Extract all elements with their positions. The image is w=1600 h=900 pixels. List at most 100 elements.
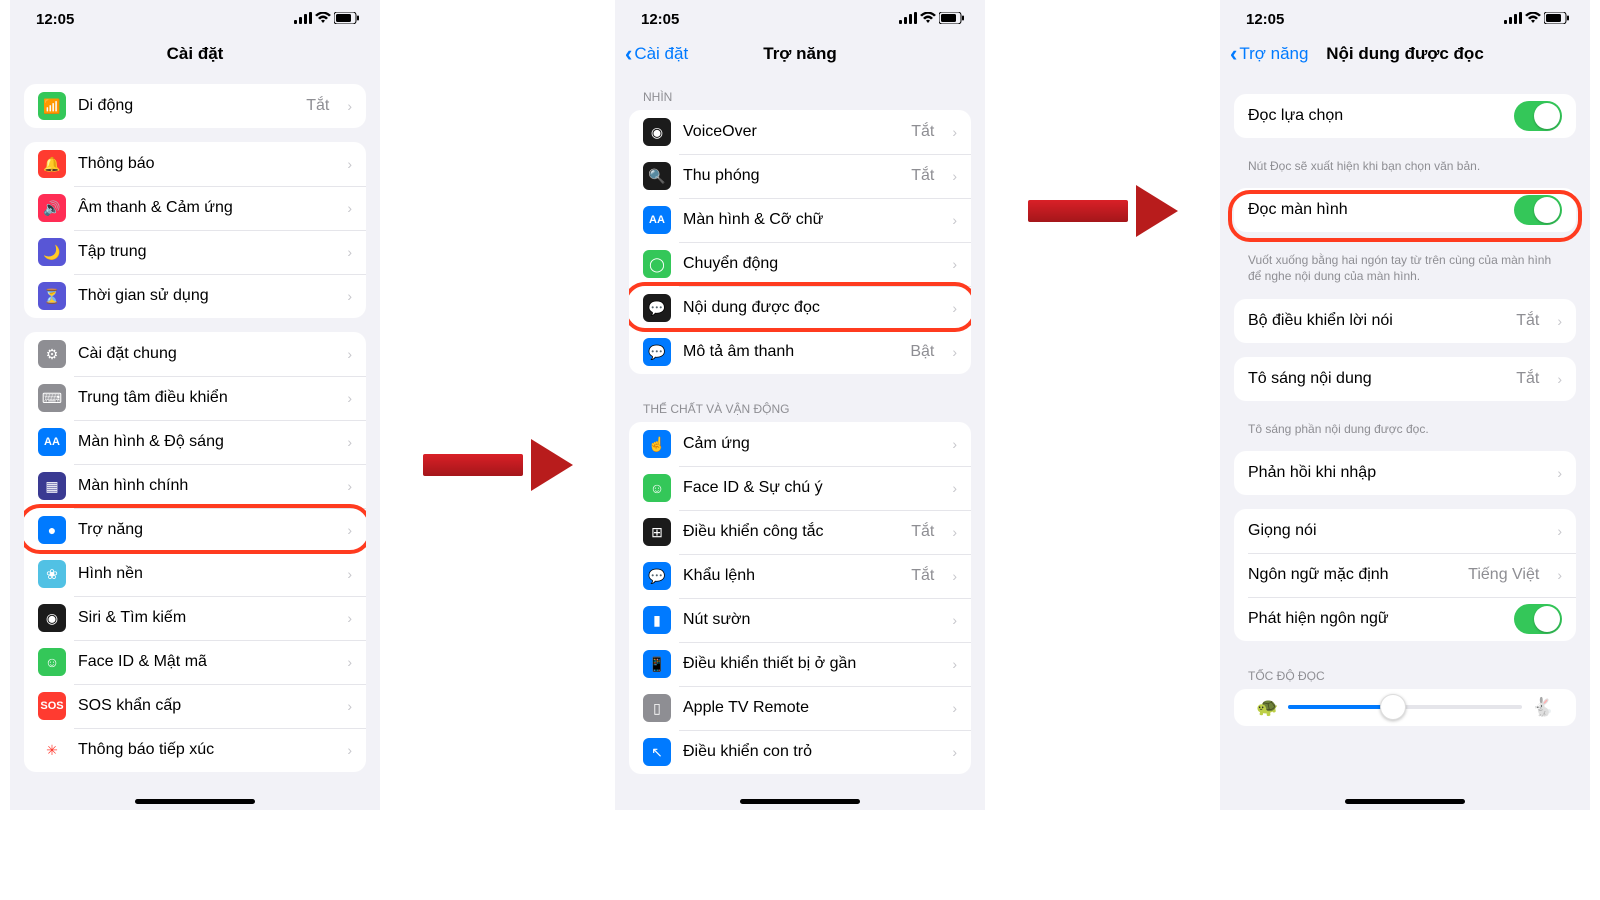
row-value: Tắt xyxy=(911,167,934,185)
chevron-right-icon: › xyxy=(952,744,957,760)
list-item[interactable]: ✳Thông báo tiếp xúc› xyxy=(24,728,366,772)
hourglass-icon: ⏳ xyxy=(38,282,66,310)
chevron-right-icon: › xyxy=(1557,371,1562,387)
list-item[interactable]: 📱Điều khiển thiết bị ở gần› xyxy=(629,642,971,686)
row-label: Phát hiện ngôn ngữ xyxy=(1248,610,1502,628)
list-item[interactable]: ▯Apple TV Remote› xyxy=(629,686,971,730)
row-value: Tắt xyxy=(911,123,934,141)
list-item[interactable]: 💬Nội dung được đọc› xyxy=(629,286,971,330)
back-button[interactable]: ‹ Trợ năng xyxy=(1230,41,1308,67)
row-speak-selection[interactable]: Đọc lựa chọn xyxy=(1234,94,1576,138)
row-voices[interactable]: Giọng nói › xyxy=(1234,509,1576,553)
row-label: Apple TV Remote xyxy=(683,699,934,717)
chevron-right-icon: › xyxy=(347,478,352,494)
switches-icon: ⌨ xyxy=(38,384,66,412)
toggle-detect-language[interactable] xyxy=(1514,604,1562,634)
flow-arrow-1 xyxy=(398,0,598,810)
row-value: Tiếng Việt xyxy=(1468,566,1539,584)
spoken-content-list[interactable]: Đọc lựa chọn Nút Đọc sẽ xuất hiện khi bạ… xyxy=(1220,76,1590,810)
list-item[interactable]: ☝Cảm ứng› xyxy=(629,422,971,466)
home-indicator[interactable] xyxy=(740,799,860,804)
list-item[interactable]: 🔍Thu phóngTắt› xyxy=(629,154,971,198)
settings-screen: 12:05 Cài đặt 📶Di độngTắt› 🔔Thông báo›🔊Â… xyxy=(10,0,380,810)
row-label: Chuyển động xyxy=(683,255,934,273)
list-item[interactable]: ⌨ Trung tâm điều khiển › xyxy=(24,376,366,420)
chevron-right-icon: › xyxy=(347,98,352,114)
list-item[interactable]: 🔊Âm thanh & Cảm ứng› xyxy=(24,186,366,230)
row-label: Tập trung xyxy=(78,243,329,261)
list-item[interactable]: ◉VoiceOverTắt› xyxy=(629,110,971,154)
touch-icon: ☝ xyxy=(643,430,671,458)
row-speaking-rate: 🐢 🐇 xyxy=(1234,689,1576,726)
sos-icon: SOS xyxy=(38,692,66,720)
row-label: Phản hồi khi nhập xyxy=(1248,464,1539,482)
back-label: Cài đặt xyxy=(634,44,688,64)
row-label: Đọc lựa chọn xyxy=(1248,107,1502,125)
chevron-right-icon: › xyxy=(952,612,957,628)
zoom-icon: 🔍 xyxy=(643,162,671,190)
list-item[interactable]: AAMàn hình & Cỡ chữ› xyxy=(629,198,971,242)
switch-control-icon: ⊞ xyxy=(643,518,671,546)
list-item[interactable]: ↖Điều khiển con trỏ› xyxy=(629,730,971,774)
grid-icon: ▦ xyxy=(38,472,66,500)
list-item[interactable]: 📶Di độngTắt› xyxy=(24,84,366,128)
accessibility-content[interactable]: NHÌN ◉VoiceOverTắt›🔍Thu phóngTắt›AAMàn h… xyxy=(615,76,985,810)
list-item[interactable]: 💬Khẩu lệnhTắt› xyxy=(629,554,971,598)
row-label: Màn hình & Độ sáng xyxy=(78,433,329,451)
chevron-right-icon: › xyxy=(347,244,352,260)
list-item[interactable]: ❀Hình nền› xyxy=(24,552,366,596)
list-item[interactable]: ⚙Cài đặt chung› xyxy=(24,332,366,376)
list-item[interactable]: 🔔Thông báo› xyxy=(24,142,366,186)
row-label: Thu phóng xyxy=(683,167,899,185)
row-speech-controller[interactable]: Bộ điều khiển lời nói Tắt › xyxy=(1234,299,1576,343)
row-label: Face ID & Mật mã xyxy=(78,653,329,671)
settings-content[interactable]: 📶Di độngTắt› 🔔Thông báo›🔊Âm thanh & Cảm … xyxy=(10,76,380,810)
home-indicator[interactable] xyxy=(1345,799,1465,804)
row-label: Thông báo xyxy=(78,155,329,173)
row-label: Thời gian sử dụng xyxy=(78,287,329,305)
toggle-speak-screen[interactable] xyxy=(1514,195,1562,225)
toggle-speak-selection[interactable] xyxy=(1514,101,1562,131)
row-label: Điều khiển con trỏ xyxy=(683,743,934,761)
list-item[interactable]: ☺Face ID & Mật mã› xyxy=(24,640,366,684)
row-highlight-content[interactable]: Tô sáng nội dung Tắt › xyxy=(1234,357,1576,401)
row-default-language[interactable]: Ngôn ngữ mặc định Tiếng Việt › xyxy=(1234,553,1576,597)
row-speak-screen[interactable]: Đọc màn hình xyxy=(1234,188,1576,232)
chevron-right-icon: › xyxy=(1557,465,1562,481)
list-item[interactable]: SOSSOS khẩn cấp› xyxy=(24,684,366,728)
back-button[interactable]: ‹ Cài đặt xyxy=(625,41,688,67)
chevron-right-icon: › xyxy=(1557,313,1562,329)
page-title: Nội dung được đọc xyxy=(1326,44,1484,64)
row-label: Âm thanh & Cảm ứng xyxy=(78,199,329,217)
signal-icon xyxy=(294,11,312,28)
list-item[interactable]: ▮Nút sườn› xyxy=(629,598,971,642)
footer-speak-selection: Nút Đọc sẽ xuất hiện khi bạn chọn văn bả… xyxy=(1220,152,1590,180)
list-item[interactable]: AAMàn hình & Độ sáng› xyxy=(24,420,366,464)
status-indicators xyxy=(1504,11,1570,28)
list-item[interactable]: ◉Siri & Tìm kiếm› xyxy=(24,596,366,640)
side-button-icon: ▮ xyxy=(643,606,671,634)
list-item[interactable]: 💬Mô tả âm thanhBật› xyxy=(629,330,971,374)
list-item[interactable]: ⊞Điều khiển công tắcTắt› xyxy=(629,510,971,554)
list-item[interactable]: ▦Màn hình chính› xyxy=(24,464,366,508)
row-label: Di động xyxy=(78,97,294,115)
row-typing-feedback[interactable]: Phản hồi khi nhập › xyxy=(1234,451,1576,495)
row-label: Trung tâm điều khiển xyxy=(78,389,329,407)
chevron-right-icon: › xyxy=(952,568,957,584)
row-detect-language[interactable]: Phát hiện ngôn ngữ xyxy=(1234,597,1576,641)
chevron-right-icon: › xyxy=(952,124,957,140)
list-item[interactable]: ⏳Thời gian sử dụng› xyxy=(24,274,366,318)
list-item[interactable]: ●Trợ năng› xyxy=(24,508,366,552)
row-label: Điều khiển công tắc xyxy=(683,523,899,541)
remote-icon: ▯ xyxy=(643,694,671,722)
speaking-rate-slider[interactable] xyxy=(1288,705,1521,709)
nav-header: Cài đặt xyxy=(10,32,380,76)
home-indicator[interactable] xyxy=(135,799,255,804)
chevron-right-icon: › xyxy=(347,346,352,362)
exposure-icon: ✳ xyxy=(38,736,66,764)
list-item[interactable]: ☺Face ID & Sự chú ý› xyxy=(629,466,971,510)
list-item[interactable]: ◯Chuyển động› xyxy=(629,242,971,286)
chevron-left-icon: ‹ xyxy=(625,41,632,67)
list-item[interactable]: 🌙Tập trung› xyxy=(24,230,366,274)
chevron-right-icon: › xyxy=(347,390,352,406)
